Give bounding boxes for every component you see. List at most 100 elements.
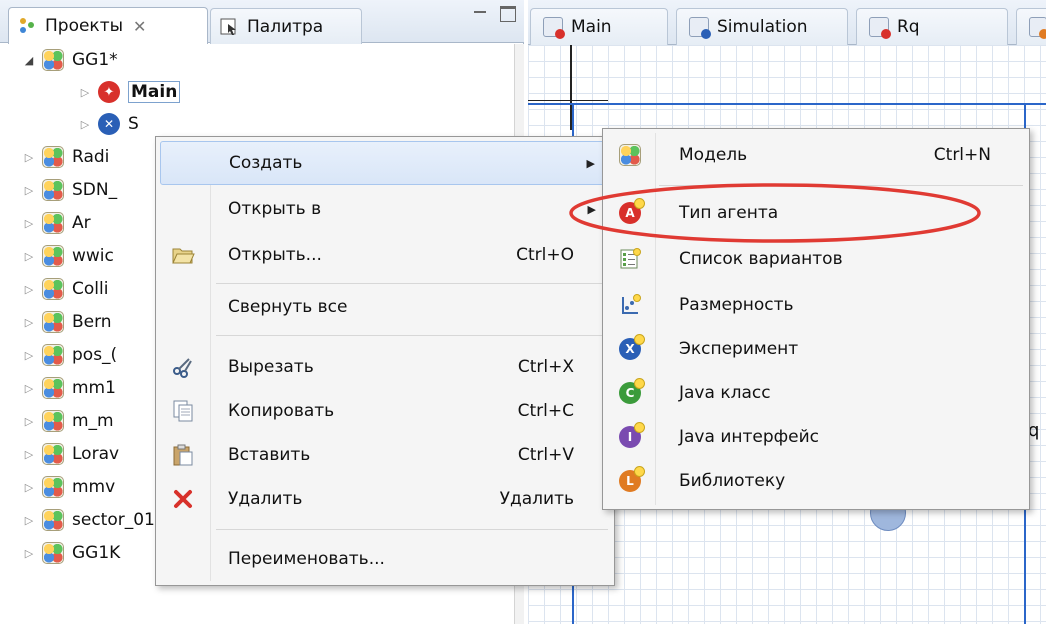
collapse-arrow-icon[interactable]: ▷ xyxy=(22,382,36,395)
menu-item-delete[interactable]: Удалить Удалить xyxy=(160,477,610,521)
menu-item-shortcut: Удалить xyxy=(499,489,574,509)
project-icon xyxy=(42,278,64,300)
collapse-arrow-icon[interactable]: ▷ xyxy=(22,283,36,296)
tree-item-label: mmv xyxy=(72,477,116,497)
left-tab-bar: Проекты ✕ Палитра xyxy=(0,0,524,44)
submenu-item-dimension[interactable]: Размерность xyxy=(607,283,1025,327)
menu-item-copy[interactable]: Копировать Ctrl+C xyxy=(160,389,610,433)
menu-item-rename[interactable]: Переименовать... xyxy=(160,537,610,581)
editor-tab-label: Main xyxy=(571,17,612,37)
tree-item-main[interactable]: ▷ ✦ Main xyxy=(78,76,181,108)
submenu-item-java-class[interactable]: C Java класс xyxy=(607,371,1025,415)
menu-item-shortcut: Ctrl+O xyxy=(516,245,574,265)
menu-separator xyxy=(216,283,608,284)
tree-item-project[interactable]: ▷ SDN_ xyxy=(22,174,117,206)
copy-icon xyxy=(170,398,196,424)
menu-item-label: Модель xyxy=(679,145,748,165)
tree-item-label: Bern xyxy=(72,312,112,332)
submenu-item-option-list[interactable]: Список вариантов xyxy=(607,237,1025,281)
editor-tab-more[interactable] xyxy=(1016,8,1046,45)
dimension-icon xyxy=(617,292,643,318)
project-icon xyxy=(42,443,64,465)
menu-separator xyxy=(216,335,608,336)
menu-item-label: Эксперимент xyxy=(679,339,799,359)
submenu-item-library[interactable]: L Библиотеку xyxy=(607,459,1025,503)
maximize-icon[interactable] xyxy=(500,6,516,22)
close-icon[interactable]: ✕ xyxy=(133,17,146,36)
submenu-item-model[interactable]: Модель Ctrl+N xyxy=(607,133,1025,177)
tab-projects[interactable]: Проекты ✕ xyxy=(8,7,208,44)
project-icon xyxy=(42,311,64,333)
tree-item-project[interactable]: ▷ mmv xyxy=(22,471,115,503)
projects-icon xyxy=(17,16,37,36)
paste-icon xyxy=(170,442,196,468)
collapse-arrow-icon[interactable]: ▷ xyxy=(22,415,36,428)
collapse-arrow-icon[interactable]: ▷ xyxy=(22,184,36,197)
minimize-icon[interactable] xyxy=(472,6,488,22)
tree-item-label: m_m xyxy=(72,411,114,431)
agent-type-icon xyxy=(1029,17,1046,39)
tab-palette-label: Палитра xyxy=(247,16,324,37)
menu-item-label: Библиотеку xyxy=(679,471,786,491)
collapse-arrow-icon[interactable]: ▷ xyxy=(22,547,36,560)
menu-item-label: Свернуть все xyxy=(228,297,348,317)
tree-item-project[interactable]: ▷ m_m xyxy=(22,405,114,437)
editor-tab-label: Rq xyxy=(897,17,920,37)
menu-item-paste[interactable]: Вставить Ctrl+V xyxy=(160,433,610,477)
expand-arrow-icon[interactable]: ◢ xyxy=(22,54,36,67)
tree-item-label: Lorav xyxy=(72,444,120,464)
tree-item-label: Radi xyxy=(72,147,110,167)
tree-item-label: Colli xyxy=(72,279,109,299)
menu-item-label: Размерность xyxy=(679,295,794,315)
collapse-arrow-icon[interactable]: ▷ xyxy=(22,349,36,362)
editor-tab-rq[interactable]: Rq xyxy=(856,8,1008,45)
tree-item-project[interactable]: ▷ Ar xyxy=(22,207,91,239)
editor-tab-main[interactable]: Main xyxy=(530,8,668,45)
menu-item-create[interactable]: Создать ▶ xyxy=(160,141,610,185)
menu-item-label: Переименовать... xyxy=(228,549,385,569)
tree-item-project[interactable]: ▷ GG1K xyxy=(22,537,120,569)
submenu-item-experiment[interactable]: X Эксперимент xyxy=(607,327,1025,371)
collapse-arrow-icon[interactable]: ▷ xyxy=(22,481,36,494)
project-icon xyxy=(42,179,64,201)
delete-icon xyxy=(170,486,196,512)
collapse-arrow-icon[interactable]: ▷ xyxy=(22,448,36,461)
collapse-arrow-icon[interactable]: ▷ xyxy=(22,217,36,230)
menu-item-collapse-all[interactable]: Свернуть все xyxy=(160,285,610,329)
project-icon xyxy=(42,212,64,234)
project-icon xyxy=(42,542,64,564)
tree-item-simulation[interactable]: ▷ ✕ S xyxy=(78,108,139,140)
tree-item-project[interactable]: ▷ Colli xyxy=(22,273,108,305)
collapse-arrow-icon[interactable]: ▷ xyxy=(22,250,36,263)
project-icon xyxy=(42,49,64,71)
collapse-arrow-icon[interactable]: ▷ xyxy=(22,316,36,329)
java-class-icon: C xyxy=(617,378,645,406)
java-interface-icon: I xyxy=(617,422,645,450)
tree-item-project[interactable]: ▷ wwic xyxy=(22,240,114,272)
submenu-item-java-interface[interactable]: I Java интерфейс xyxy=(607,415,1025,459)
tree-item-project[interactable]: ▷ Radi xyxy=(22,141,109,173)
tree-item-project[interactable]: ▷ sector_01 xyxy=(22,504,155,536)
project-icon xyxy=(42,410,64,432)
collapse-arrow-icon[interactable]: ▷ xyxy=(78,86,92,99)
agent-type-icon xyxy=(543,17,565,39)
tree-item-project[interactable]: ▷ pos_( xyxy=(22,339,117,371)
tree-item-label: Ar xyxy=(72,213,91,233)
menu-item-open-in[interactable]: Открыть в ▶ xyxy=(160,187,610,231)
menu-item-cut[interactable]: Вырезать Ctrl+X xyxy=(160,345,610,389)
tree-item-gg1[interactable]: ◢ GG1* xyxy=(22,44,118,76)
editor-tab-simulation[interactable]: Simulation xyxy=(676,8,848,45)
menu-item-label: Открыть в xyxy=(228,199,322,219)
collapse-arrow-icon[interactable]: ▷ xyxy=(22,151,36,164)
tree-item-project[interactable]: ▷ Lorav xyxy=(22,438,119,470)
menu-item-open[interactable]: Открыть... Ctrl+O xyxy=(160,233,610,277)
collapse-arrow-icon[interactable]: ▷ xyxy=(78,118,92,131)
tree-item-label: sector_01 xyxy=(72,510,155,530)
tree-item-project[interactable]: ▷ mm1 xyxy=(22,372,116,404)
tree-item-project[interactable]: ▷ Bern xyxy=(22,306,112,338)
tab-palette[interactable]: Палитра xyxy=(210,8,362,44)
menu-item-label: Создать xyxy=(229,153,303,173)
submenu-item-agent-type[interactable]: A Тип агента xyxy=(607,191,1025,235)
collapse-arrow-icon[interactable]: ▷ xyxy=(22,514,36,527)
agent-type-icon xyxy=(869,17,891,39)
